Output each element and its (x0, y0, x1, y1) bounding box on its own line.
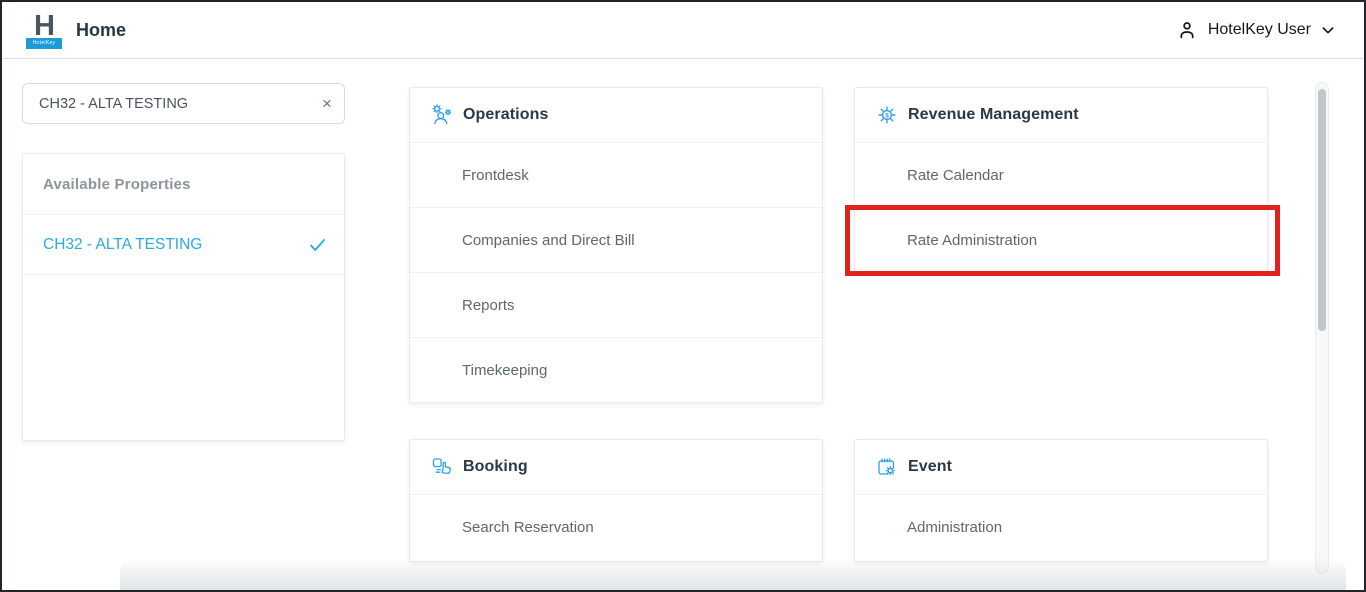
card-event: Event Administration (854, 439, 1268, 562)
user-menu[interactable]: HotelKey User (1175, 18, 1336, 42)
property-item-ch32[interactable]: CH32 - ALTA TESTING (23, 215, 344, 275)
menu-item-label: Frontdesk (462, 167, 529, 184)
card-event-header: Event (855, 440, 1267, 494)
menu-item-administration[interactable]: Administration (855, 494, 1267, 559)
top-bar: H HotelKey Home HotelKey User (2, 2, 1364, 59)
menu-item-label: Reports (462, 297, 515, 314)
menu-item-timekeeping[interactable]: Timekeeping (410, 337, 822, 402)
available-properties-panel: Available Properties CH32 - ALTA TESTING (22, 153, 345, 441)
menu-item-rate-administration[interactable]: Rate Administration (855, 207, 1267, 272)
user-icon (1175, 18, 1199, 42)
card-operations-header: Operations (410, 88, 822, 142)
menu-item-label: Timekeeping (462, 362, 547, 379)
card-title: Booking (463, 458, 528, 476)
menu-item-frontdesk[interactable]: Frontdesk (410, 142, 822, 207)
revenue-gear-dollar-icon: $ (875, 103, 899, 127)
booking-hand-click-icon (430, 455, 454, 479)
card-revenue-header: $ Revenue Management (855, 88, 1267, 142)
bottom-content-shadow (120, 558, 1346, 592)
hotelkey-logo[interactable]: H HotelKey (24, 12, 64, 49)
menu-item-search-reservation[interactable]: Search Reservation (410, 494, 822, 559)
user-name: HotelKey User (1208, 21, 1311, 39)
svg-text:$: $ (885, 112, 889, 119)
event-calendar-gear-icon (875, 455, 899, 479)
card-title: Operations (463, 106, 548, 124)
logo-brand-label: HotelKey (26, 38, 62, 49)
menu-item-rate-calendar[interactable]: Rate Calendar (855, 142, 1267, 207)
scrollbar-track (1315, 82, 1329, 574)
menu-item-companies-and-direct-bill[interactable]: Companies and Direct Bill (410, 207, 822, 272)
operations-icon (430, 103, 454, 127)
logo-letter: H (34, 12, 54, 40)
menu-item-label: Search Reservation (462, 519, 594, 536)
menu-item-label: Companies and Direct Bill (462, 232, 635, 249)
card-title: Revenue Management (908, 106, 1079, 124)
menu-item-label: Rate Administration (907, 232, 1037, 249)
property-search: × (22, 83, 345, 124)
card-title: Event (908, 458, 952, 476)
menu-item-label: Administration (907, 519, 1002, 536)
chevron-down-icon (1320, 22, 1336, 38)
page-title: Home (76, 20, 126, 41)
clear-search-icon[interactable]: × (310, 94, 344, 114)
card-booking-header: Booking (410, 440, 822, 494)
card-booking: Booking Search Reservation (409, 439, 823, 562)
check-icon (309, 238, 326, 252)
property-name: CH32 - ALTA TESTING (43, 236, 309, 254)
hotelkey-home-screen: H HotelKey Home HotelKey User × Availab (0, 0, 1366, 592)
scrollbar-thumb[interactable] (1318, 89, 1326, 331)
menu-item-reports[interactable]: Reports (410, 272, 822, 337)
available-properties-title: Available Properties (23, 154, 344, 215)
card-revenue-management: $ Revenue Management Rate Calendar Rate … (854, 87, 1268, 273)
menu-item-label: Rate Calendar (907, 167, 1004, 184)
card-operations: Operations Frontdesk Companies and Direc… (409, 87, 823, 403)
property-search-input[interactable] (23, 96, 310, 112)
